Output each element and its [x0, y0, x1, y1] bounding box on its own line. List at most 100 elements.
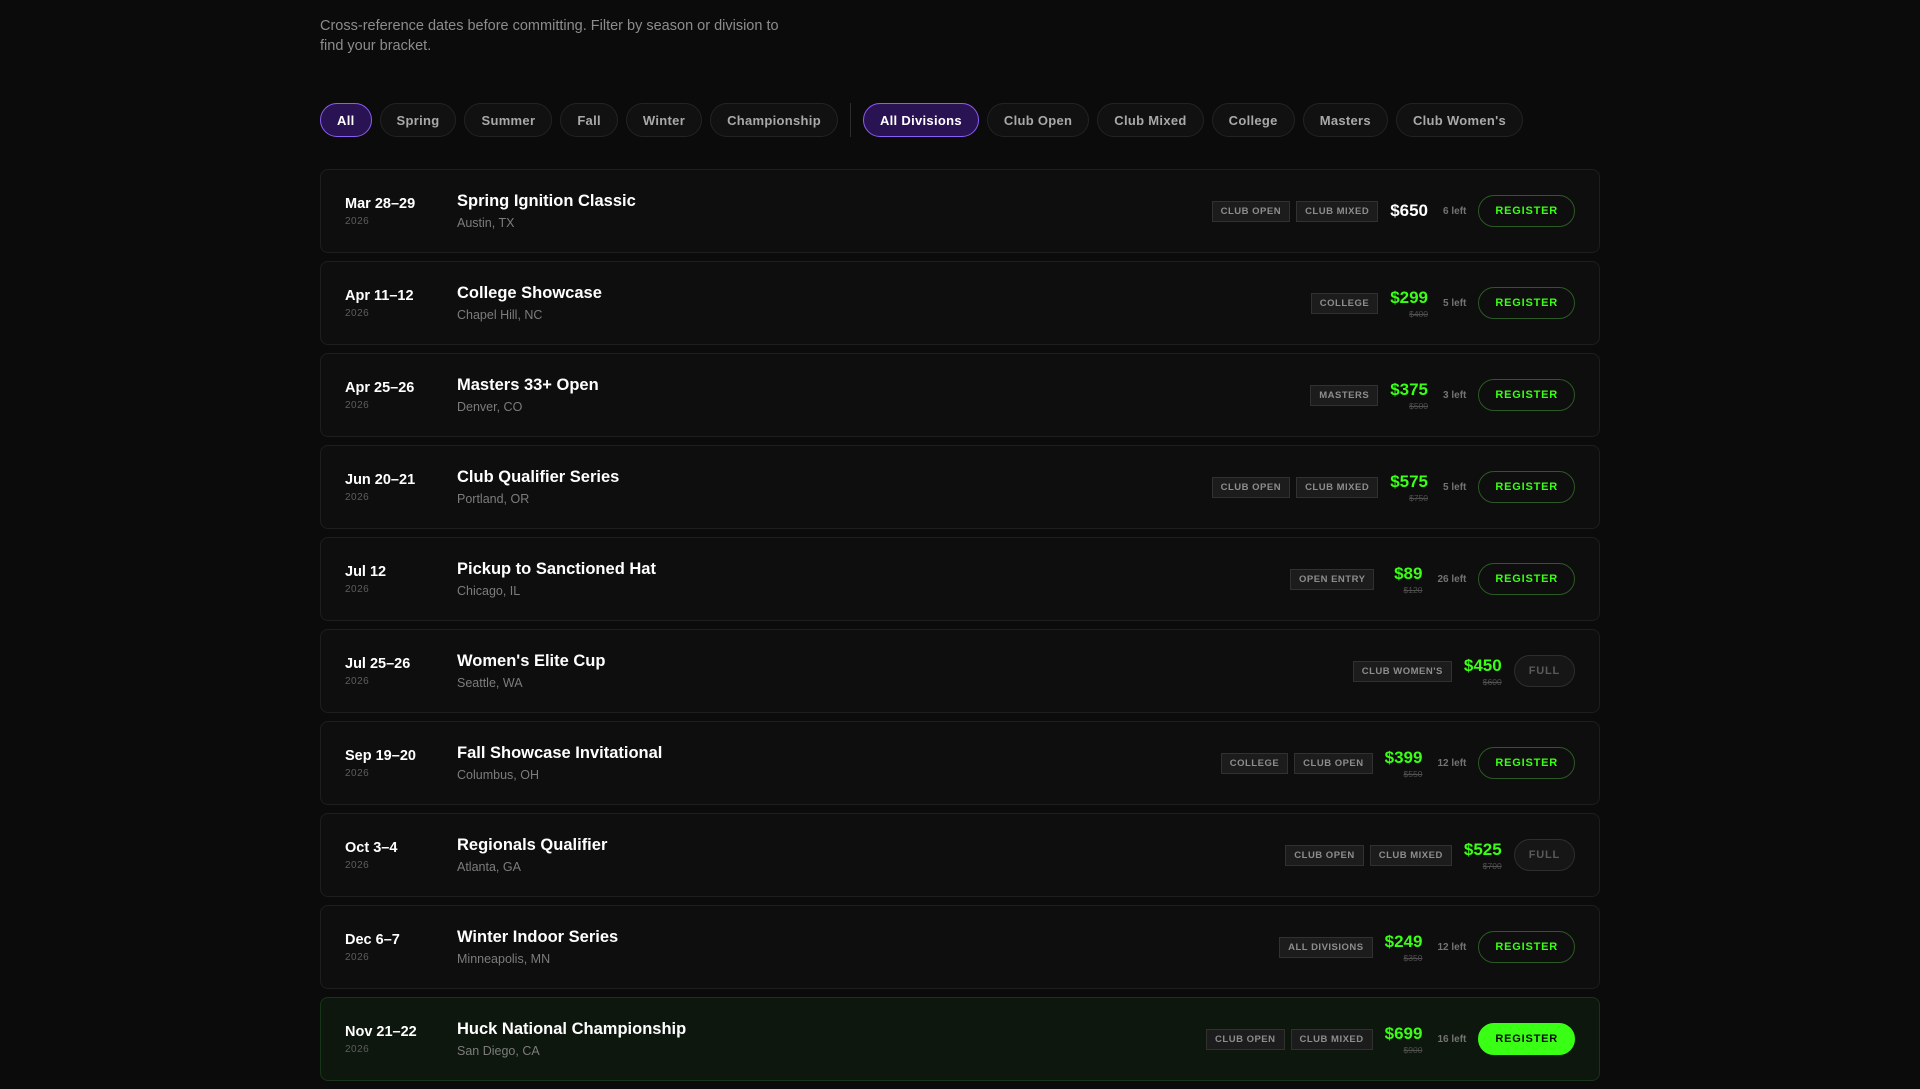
event-location: Portland, OR [457, 492, 530, 506]
original-price: $600 [1482, 676, 1502, 687]
event-date: Apr 25–26 2026 [345, 380, 457, 411]
division-tags: MASTERS [1310, 384, 1379, 406]
division-tag: CLUB OPEN [1211, 200, 1291, 222]
division-tag: CLUB MIXED [1296, 476, 1379, 498]
division-tag: ALL DIVISIONS [1279, 936, 1373, 958]
register-button[interactable]: REGISTER [1478, 747, 1575, 779]
event-actions: ALL DIVISIONS $249 $350 12 left REGISTER [1279, 931, 1575, 963]
register-button[interactable]: REGISTER [1478, 931, 1575, 963]
division-tag: CLUB OPEN [1206, 1028, 1285, 1050]
event-name: Winter Indoor Series [457, 928, 619, 946]
event-info: College Showcase Chapel Hill, NC [457, 284, 1311, 322]
filter-chip-division-club-open[interactable]: Club Open [986, 103, 1090, 137]
event-info: Regionals Qualifier Atlanta, GA [457, 836, 1285, 874]
spots-remaining: 12 left [1437, 757, 1467, 769]
event-actions: COLLEGE $299 $400 5 left REGISTER [1310, 287, 1575, 319]
event-name: Fall Showcase Invitational [457, 744, 663, 762]
event-date: Mar 28–29 2026 [345, 196, 457, 227]
description-line-1: Cross-reference dates before committing.… [320, 18, 779, 34]
event-price: $575 $750 [1390, 472, 1428, 503]
event-name: Women's Elite Cup [457, 652, 606, 670]
division-tags: CLUB OPEN CLUB MIXED [1206, 1028, 1373, 1050]
current-price: $299 [1390, 287, 1429, 307]
division-tags: COLLEGE [1310, 292, 1379, 314]
division-tag: CLUB OPEN [1211, 476, 1291, 498]
original-price: $550 [1403, 768, 1423, 779]
original-price: $400 [1409, 308, 1429, 319]
event-date-range: Jul 12 [345, 563, 387, 580]
event-location: Atlanta, GA [457, 860, 521, 874]
event-price: $650 [1390, 201, 1428, 221]
event-location: Minneapolis, MN [457, 952, 551, 966]
event-row: Jun 20–21 2026 Club Qualifier Series Portla… [320, 445, 1600, 529]
current-price: $375 [1390, 379, 1429, 399]
filter-chip-season-summer[interactable]: Summer [464, 103, 553, 137]
filter-chip-division-club-mixed[interactable]: Club Mixed [1097, 103, 1204, 137]
division-tag: CLUB OPEN [1285, 844, 1364, 866]
register-button[interactable]: REGISTER [1478, 379, 1575, 411]
event-actions: COLLEGE CLUB OPEN $399 $550 12 left REGISTER [1220, 747, 1575, 779]
filter-chip-season-all[interactable]: All [320, 103, 372, 137]
register-button[interactable]: REGISTER [1478, 563, 1575, 595]
event-year: 2026 [345, 491, 370, 503]
event-row: Nov 21–22 2026 Huck National Championship S… [320, 997, 1600, 1081]
original-price: $750 [1409, 492, 1429, 503]
event-year: 2026 [345, 307, 370, 319]
event-location: Chicago, IL [457, 584, 521, 598]
original-price: $120 [1403, 584, 1423, 595]
spots-remaining: 26 left [1437, 573, 1467, 585]
division-tags: CLUB OPEN CLUB MIXED [1285, 844, 1452, 866]
spots-remaining: 5 left [1443, 297, 1467, 309]
event-date-range: Apr 11–12 [345, 287, 414, 304]
spots-remaining: 16 left [1437, 1033, 1467, 1045]
event-location: Austin, TX [457, 216, 515, 230]
event-location: Seattle, WA [457, 676, 523, 690]
full-badge: FULL [1513, 839, 1575, 871]
division-tag: CLUB WOMEN'S [1352, 660, 1452, 682]
event-actions: OPEN ENTRY $89 $120 26 left REGISTER [1290, 563, 1575, 595]
filter-bar: All Spring Summer Fall Winter Championship All… [320, 103, 1524, 137]
filter-chip-season-championship[interactable]: Championship [710, 103, 838, 137]
event-price: $525 $700 [1464, 840, 1502, 871]
filter-chip-division-college[interactable]: College [1211, 103, 1295, 137]
spots-remaining: 6 left [1443, 205, 1467, 217]
register-button[interactable]: REGISTER [1478, 1023, 1575, 1055]
event-row: Dec 6–7 2026 Winter Indoor Series Minneapol… [320, 905, 1600, 989]
division-tag: COLLEGE [1310, 292, 1379, 314]
event-date: Jul 12 2026 [345, 564, 457, 595]
filter-chip-season-spring[interactable]: Spring [379, 103, 457, 137]
division-tag: CLUB MIXED [1290, 1028, 1373, 1050]
filter-chip-season-fall[interactable]: Fall [560, 103, 618, 137]
filter-chip-division-club-women-s[interactable]: Club Women's [1395, 103, 1524, 137]
current-price: $249 [1384, 931, 1423, 951]
event-name: Spring Ignition Classic [457, 192, 636, 210]
event-year: 2026 [345, 675, 370, 687]
event-year: 2026 [345, 767, 370, 779]
filter-divider [849, 103, 851, 137]
event-info: Masters 33+ Open Denver, CO [457, 376, 1310, 414]
event-year: 2026 [345, 215, 370, 227]
current-price: $650 [1390, 201, 1429, 220]
current-price: $89 [1394, 563, 1423, 583]
register-button[interactable]: REGISTER [1478, 287, 1575, 319]
filter-chip-division-all-divisions[interactable]: All Divisions [862, 103, 979, 137]
filter-chip-division-masters[interactable]: Masters [1302, 103, 1388, 137]
event-date: Sep 19–20 2026 [345, 748, 457, 779]
filter-chip-season-winter[interactable]: Winter [625, 103, 703, 137]
event-name: Regionals Qualifier [457, 836, 608, 854]
full-badge: FULL [1513, 655, 1575, 687]
event-date-range: Mar 28–29 [345, 195, 416, 212]
event-date-range: Oct 3–4 [345, 839, 398, 856]
event-year: 2026 [345, 951, 370, 963]
page-description: Cross-reference dates before committing.… [320, 16, 790, 56]
event-info: Women's Elite Cup Seattle, WA [457, 652, 1353, 690]
register-button[interactable]: REGISTER [1478, 195, 1575, 227]
spots-remaining: 12 left [1437, 941, 1467, 953]
division-tags: COLLEGE CLUB OPEN [1220, 752, 1373, 774]
register-button[interactable]: REGISTER [1478, 471, 1575, 503]
division-tags: OPEN ENTRY [1290, 568, 1375, 590]
event-name: College Showcase [457, 284, 602, 302]
event-date: Nov 21–22 2026 [345, 1024, 457, 1055]
event-info: Spring Ignition Classic Austin, TX [457, 192, 1212, 230]
event-location: Denver, CO [457, 400, 523, 414]
